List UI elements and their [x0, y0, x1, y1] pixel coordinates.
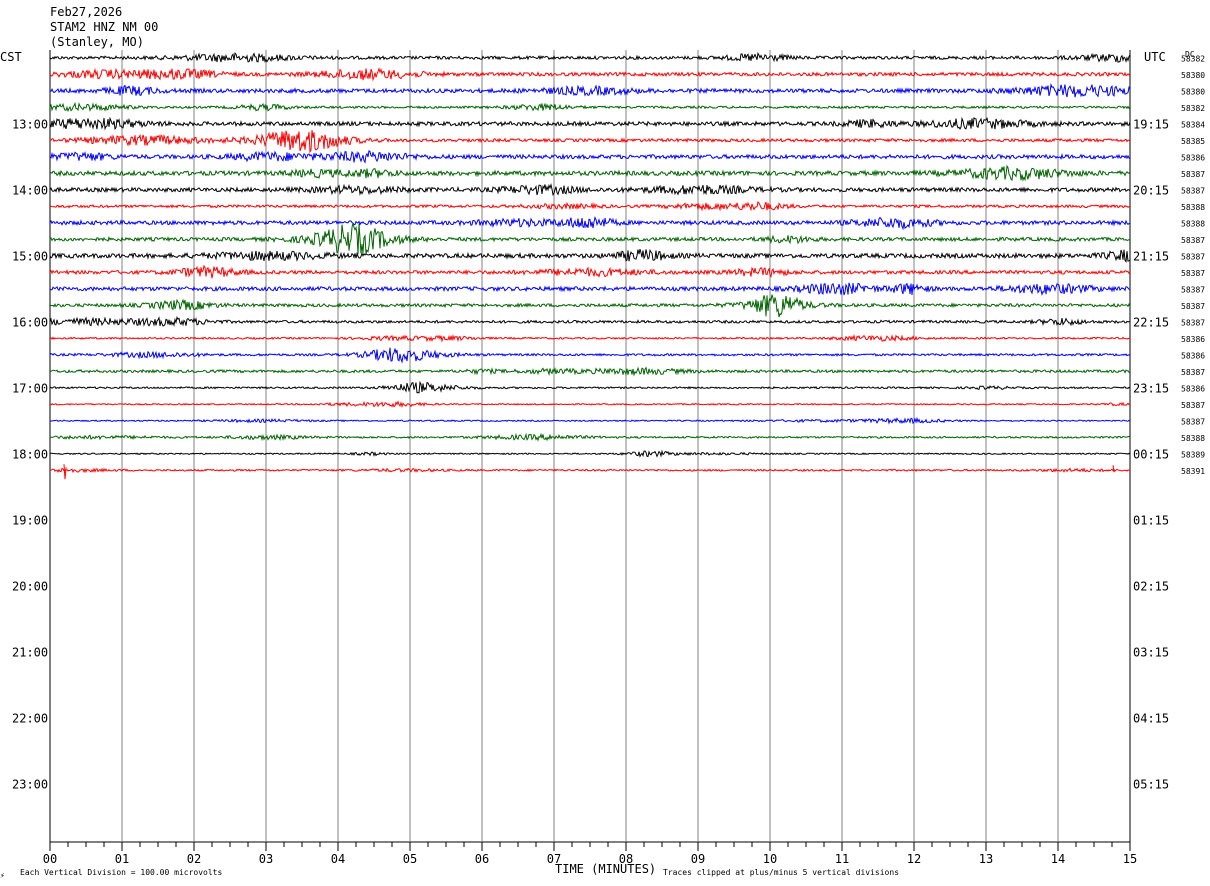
- x-tick-label: 05: [403, 852, 417, 866]
- dc-offset-label: 58384: [1181, 120, 1205, 129]
- x-tick-label: 11: [835, 852, 849, 866]
- dc-offset-label: 58387: [1181, 269, 1205, 278]
- x-tick-label: 04: [331, 852, 345, 866]
- dc-offset-label: 58389: [1181, 450, 1205, 459]
- dc-offset-label: 58387: [1181, 318, 1205, 327]
- hour-label-cst: 18:00: [12, 447, 48, 461]
- hour-label-utc: 23:15: [1133, 381, 1169, 395]
- dc-offset-label: 58387: [1181, 302, 1205, 311]
- dc-offset-label: 58388: [1181, 203, 1205, 212]
- dc-offset-label: 58387: [1181, 417, 1205, 426]
- x-tick-label: 00: [43, 852, 57, 866]
- x-tick-label: 03: [259, 852, 273, 866]
- dc-offset-label: 58387: [1181, 170, 1205, 179]
- header-date: Feb27,2026: [50, 5, 122, 19]
- dc-offset-label: 58380: [1181, 71, 1205, 80]
- hour-label-cst: 16:00: [12, 315, 48, 329]
- hour-label-utc: 01:15: [1133, 513, 1169, 527]
- hour-label-cst: 23:00: [12, 777, 48, 791]
- dc-offset-label: 58387: [1181, 252, 1205, 261]
- dc-offset-label: 58387: [1181, 368, 1205, 377]
- hour-label-cst: 17:00: [12, 381, 48, 395]
- dc-offset-label: 58387: [1181, 236, 1205, 245]
- right-timezone-label: UTC: [1144, 50, 1166, 64]
- hour-label-utc: 21:15: [1133, 249, 1169, 263]
- x-tick-label: 02: [187, 852, 201, 866]
- hour-label-utc: 22:15: [1133, 315, 1169, 329]
- x-tick-label: 12: [907, 852, 921, 866]
- dc-offset-label: 58388: [1181, 434, 1205, 443]
- hour-label-cst: 13:00: [12, 117, 48, 131]
- dc-offset-label: 58385: [1181, 137, 1205, 146]
- left-timezone-label: CST: [0, 50, 22, 64]
- x-tick-label: 15: [1123, 852, 1137, 866]
- dc-offset-label: 58386: [1181, 384, 1205, 393]
- x-tick-label: 13: [979, 852, 993, 866]
- chart-background: [0, 0, 1210, 886]
- hour-label-utc: 03:15: [1133, 645, 1169, 659]
- x-tick-label: 06: [475, 852, 489, 866]
- hour-label-cst: 20:00: [12, 579, 48, 593]
- hour-label-utc: 20:15: [1133, 183, 1169, 197]
- x-tick-label: 01: [115, 852, 129, 866]
- hour-label-cst: 15:00: [12, 249, 48, 263]
- hour-label-cst: 14:00: [12, 183, 48, 197]
- scale-note: Each Vertical Division = 100.00 microvol…: [20, 868, 222, 877]
- dc-offset-label: 58382: [1181, 104, 1205, 113]
- hour-label-utc: 19:15: [1133, 117, 1169, 131]
- dc-offset-label: 58387: [1181, 285, 1205, 294]
- dc-offset-label: 58380: [1181, 87, 1205, 96]
- x-tick-label: 10: [763, 852, 777, 866]
- header-location: (Stanley, MO): [50, 35, 144, 49]
- hour-label-utc: 04:15: [1133, 711, 1169, 725]
- header-station: STAM2 HNZ NM 00: [50, 20, 158, 34]
- dc-offset-label: 58391: [1181, 467, 1205, 476]
- hour-label-utc: 00:15: [1133, 447, 1169, 461]
- dc-offset-label: 58386: [1181, 153, 1205, 162]
- x-axis-title: TIME (MINUTES): [555, 862, 656, 876]
- hour-label-utc: 02:15: [1133, 579, 1169, 593]
- hour-label-cst: 21:00: [12, 645, 48, 659]
- clip-note: Traces clipped at plus/minus 5 vertical …: [663, 868, 899, 877]
- x-tick-label: 09: [691, 852, 705, 866]
- hour-label-utc: 05:15: [1133, 777, 1169, 791]
- dc-offset-label: 58387: [1181, 401, 1205, 410]
- hour-label-cst: 22:00: [12, 711, 48, 725]
- x-tick-label: 14: [1051, 852, 1065, 866]
- dc-offset-label: 58382: [1181, 54, 1205, 63]
- hour-label-cst: 19:00: [12, 513, 48, 527]
- dc-offset-label: 58387: [1181, 186, 1205, 195]
- dc-offset-label: 58386: [1181, 351, 1205, 360]
- dc-offset-label: 58386: [1181, 335, 1205, 344]
- dc-offset-label: 58388: [1181, 219, 1205, 228]
- scale-icon: ⚡: [0, 871, 5, 880]
- helicorder-chart: Feb27,2026 STAM2 HNZ NM 00 (Stanley, MO)…: [0, 0, 1210, 886]
